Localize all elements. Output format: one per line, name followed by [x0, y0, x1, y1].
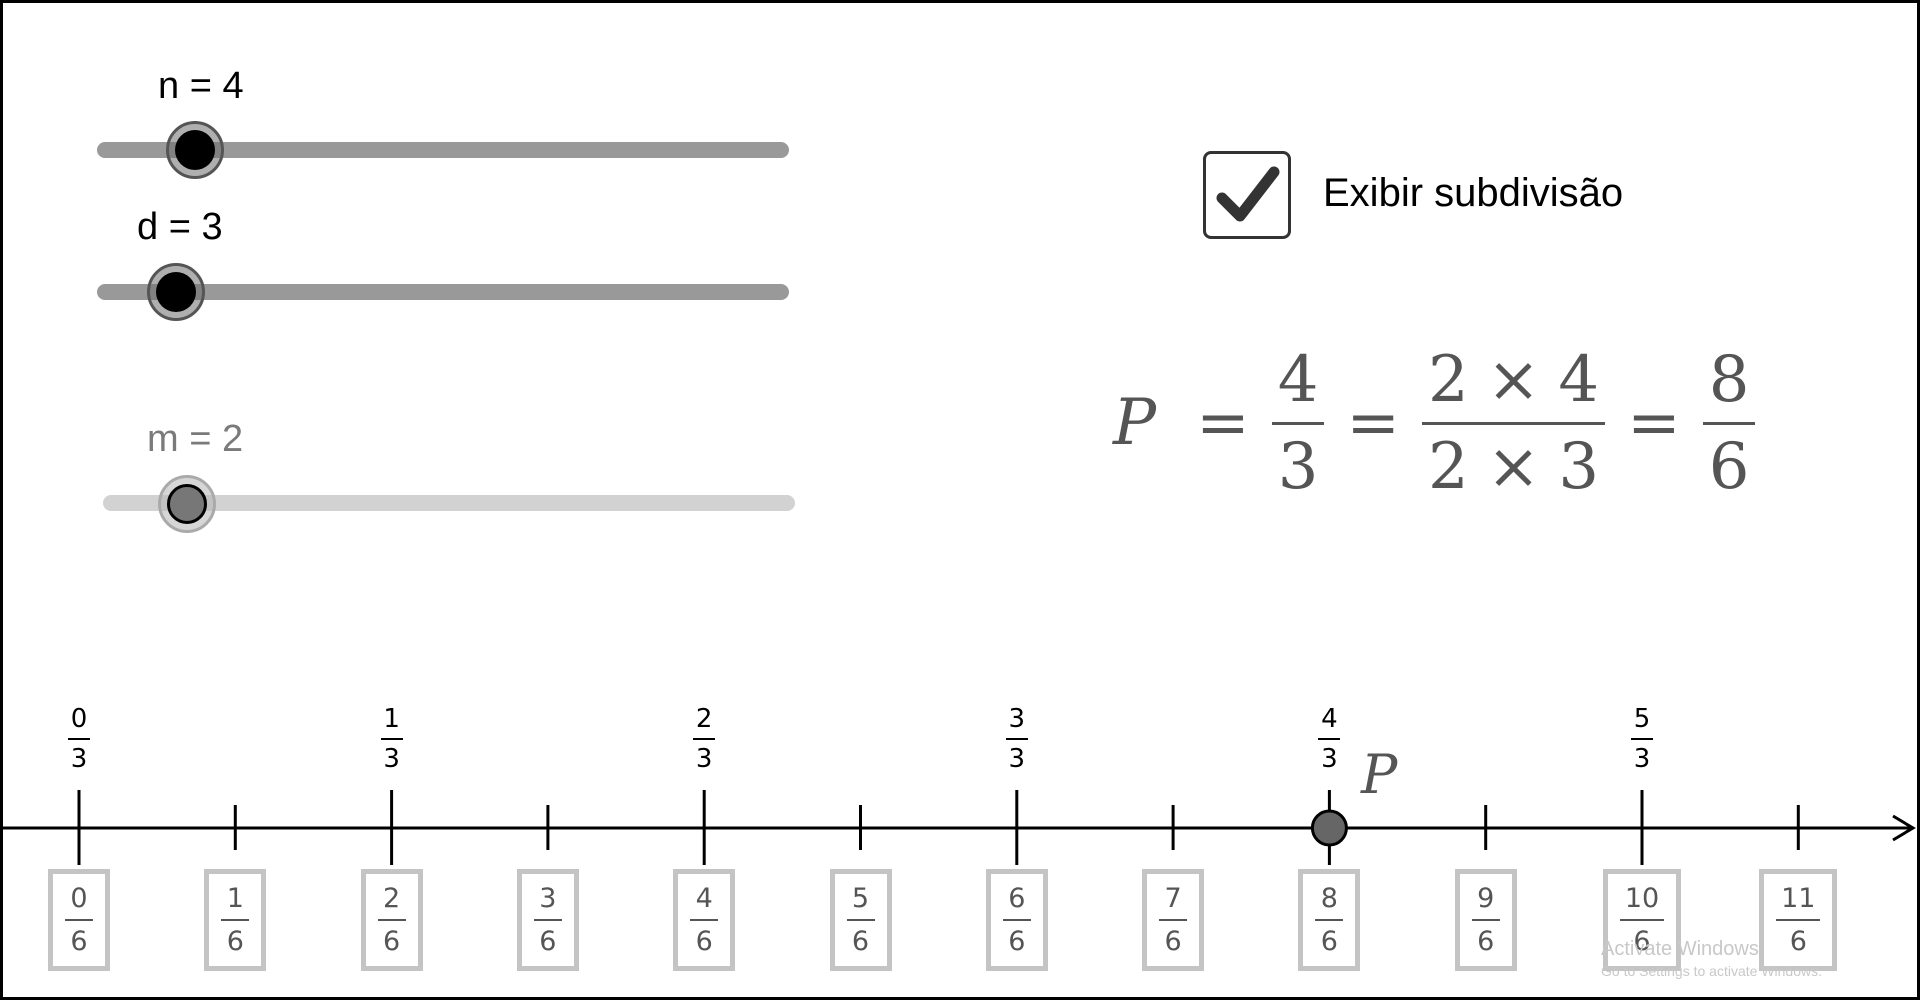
third-num: 3	[1008, 704, 1026, 734]
sixth-num: 3	[539, 883, 557, 914]
third-den: 3	[70, 744, 88, 774]
sixth-den: 6	[539, 926, 557, 957]
sixth-den: 6	[1164, 926, 1182, 957]
third-num: 1	[383, 704, 400, 734]
third-den: 3	[695, 744, 713, 774]
sixth-den: 6	[1008, 926, 1026, 957]
sixth-num: 2	[383, 883, 401, 914]
sixth-num: 11	[1781, 883, 1816, 914]
third-label-1: 13	[372, 706, 412, 772]
sixth-den: 6	[1320, 926, 1338, 957]
sixth-num: 0	[70, 883, 88, 914]
sixth-den: 6	[1789, 926, 1807, 957]
third-label-3: 33	[997, 706, 1037, 772]
third-den: 3	[383, 744, 400, 774]
third-num: 4	[1321, 704, 1338, 734]
third-label-0: 03	[59, 706, 99, 772]
sixth-num: 1	[226, 883, 244, 914]
third-den: 3	[1008, 744, 1026, 774]
sixth-label-3: 36	[516, 869, 579, 971]
point-p[interactable]	[1310, 809, 1348, 847]
sixth-label-8: 86	[1298, 869, 1361, 971]
third-label-5: 53	[1622, 706, 1662, 772]
sixth-label-10: 10 6	[1603, 869, 1681, 971]
third-label-2: 23	[684, 706, 724, 772]
sixth-den: 6	[1633, 926, 1651, 957]
sixth-den: 6	[695, 926, 713, 957]
geogebra-canvas: n = 4 d = 3 m = 2 Exibir subdivisão P = …	[0, 0, 1920, 1000]
third-num: 5	[1633, 704, 1651, 734]
number-line	[3, 790, 1916, 865]
sixth-label-7: 76	[1142, 869, 1205, 971]
sixth-num: 4	[695, 883, 713, 914]
sixth-num: 6	[1008, 883, 1026, 914]
third-den: 3	[1321, 744, 1338, 774]
point-p-label: P	[1361, 743, 1398, 806]
sixth-label-1: 16	[204, 869, 267, 971]
sixth-label-6: 66	[985, 869, 1048, 971]
sixth-num: 10	[1624, 883, 1660, 914]
sixth-num: 9	[1477, 883, 1495, 914]
third-den: 3	[1633, 744, 1651, 774]
sixth-den: 6	[1477, 926, 1495, 957]
sixth-num: 5	[851, 883, 870, 914]
sixth-label-9: 96	[1454, 869, 1517, 971]
sixth-den: 6	[851, 926, 870, 957]
sixth-label-2: 26	[360, 869, 423, 971]
sixth-label-11: 11 6	[1759, 869, 1838, 971]
sixth-num: 7	[1164, 883, 1182, 914]
sixth-label-4: 46	[673, 869, 736, 971]
third-label-4: 43	[1309, 706, 1349, 772]
sixth-den: 6	[70, 926, 88, 957]
sixth-label-0: 06	[48, 869, 110, 971]
sixth-den: 6	[383, 926, 401, 957]
sixth-den: 6	[226, 926, 244, 957]
sixth-label-5: 56	[829, 869, 892, 971]
third-num: 0	[70, 704, 88, 734]
sixth-num: 8	[1320, 883, 1338, 914]
third-num: 2	[695, 704, 713, 734]
